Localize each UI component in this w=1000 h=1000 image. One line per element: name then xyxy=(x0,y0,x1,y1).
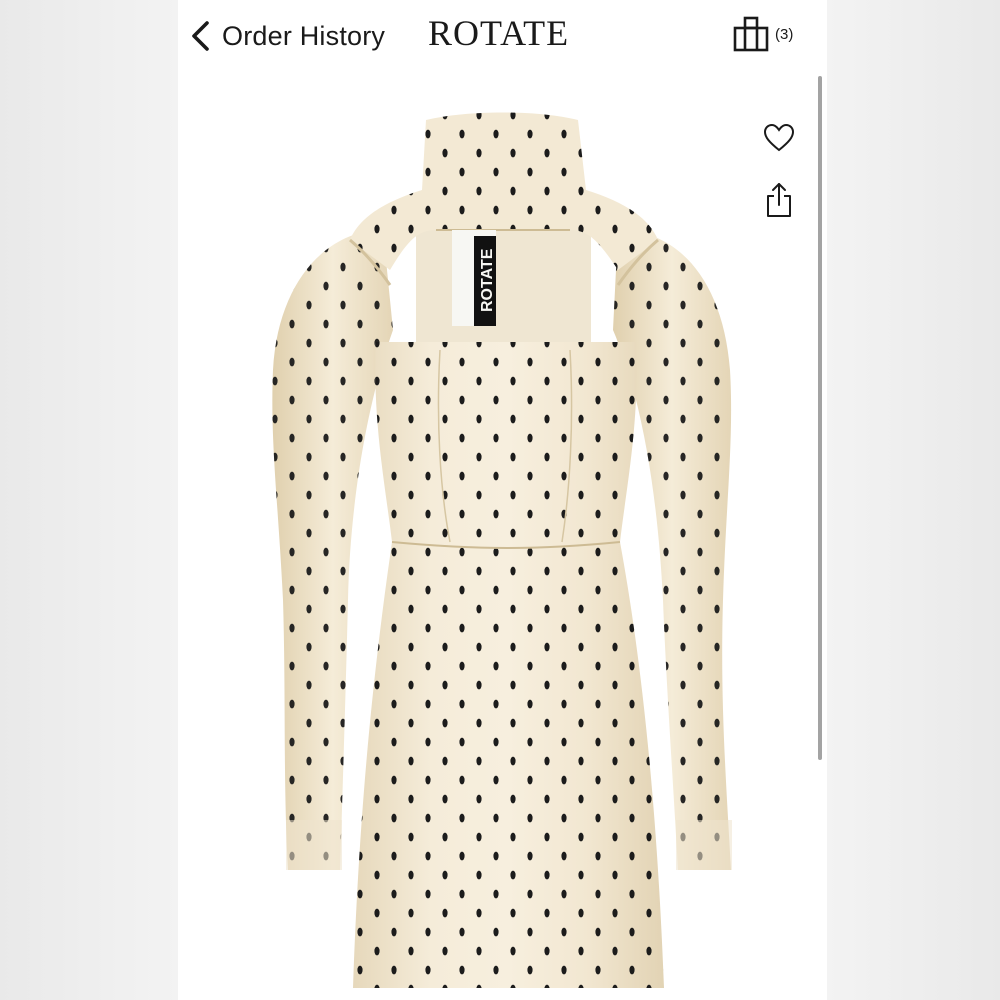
background-blur-right xyxy=(827,0,1000,1000)
shopping-bag-icon xyxy=(733,16,769,52)
brand-title: ROTATE xyxy=(428,13,570,53)
share-icon xyxy=(767,183,791,217)
shopping-bag-button[interactable]: (3) xyxy=(731,14,803,54)
chevron-left-icon xyxy=(192,21,209,51)
favorite-button[interactable] xyxy=(759,118,799,158)
product-image[interactable]: ROTATE xyxy=(178,80,827,1000)
top-nav-bar: Order History ROTATE (3) xyxy=(178,0,827,72)
heart-icon xyxy=(763,123,795,152)
background-blur-left xyxy=(0,0,178,1000)
share-button[interactable] xyxy=(759,180,799,220)
bag-count-badge: (3) xyxy=(775,25,794,43)
back-button[interactable]: Order History xyxy=(188,14,385,58)
app-screen: Order History ROTATE (3) ROTATE xyxy=(178,0,827,1000)
back-button-label: Order History xyxy=(222,20,386,51)
brand-tag: ROTATE xyxy=(452,230,496,326)
dress-illustration: ROTATE xyxy=(272,112,732,988)
svg-text:ROTATE: ROTATE xyxy=(479,248,496,312)
